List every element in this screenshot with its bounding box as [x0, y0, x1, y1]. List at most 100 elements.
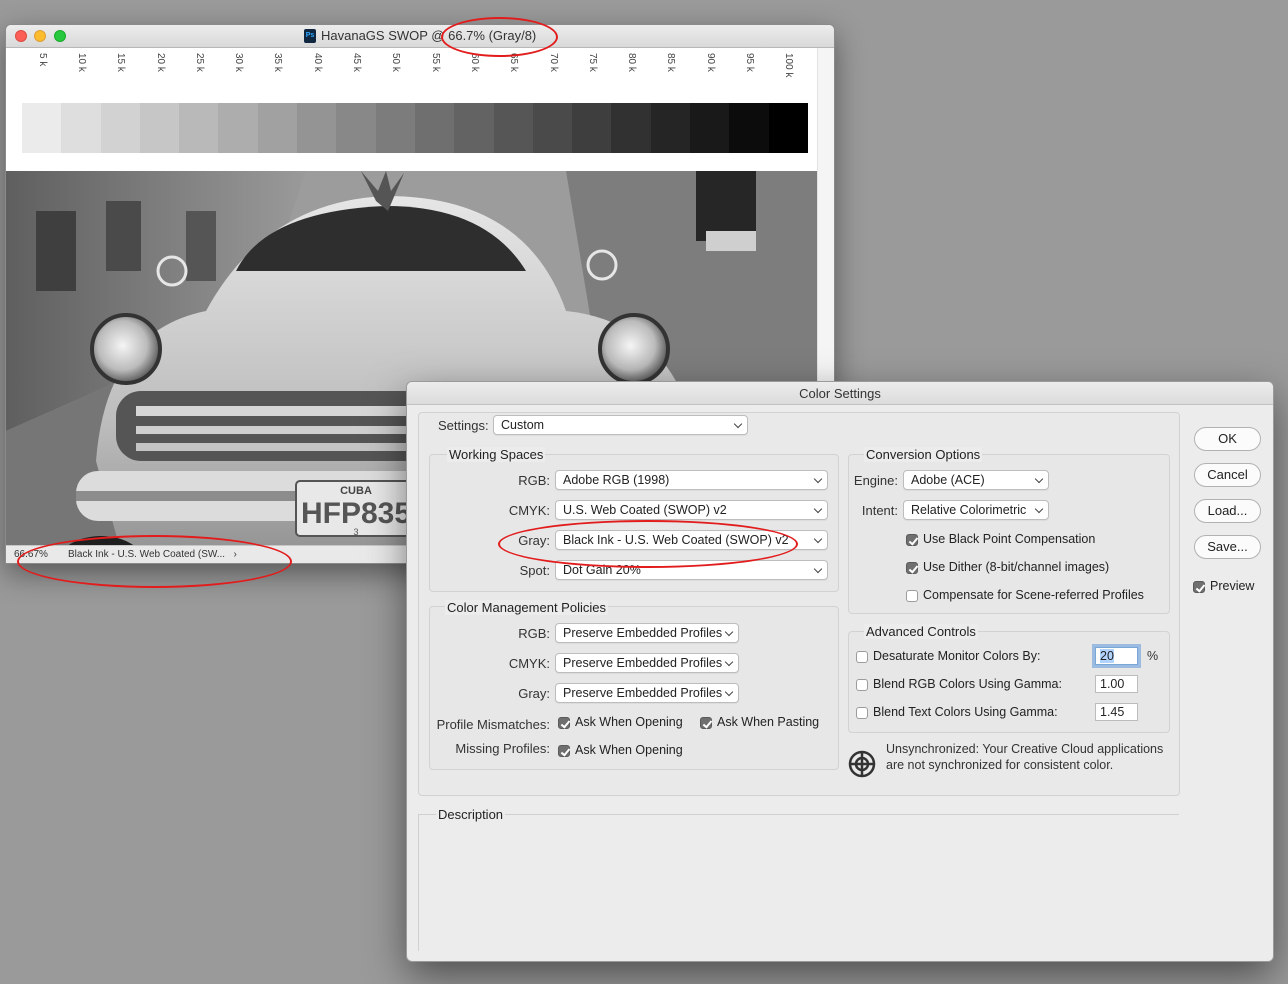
policy-rgb-dropdown[interactable]: Preserve Embedded Profiles	[555, 623, 739, 643]
sync-message: Unsynchronized: Your Creative Cloud appl…	[886, 742, 1164, 772]
gray-ramp-step	[572, 103, 612, 153]
gray-ramp-label: 70 k	[547, 53, 559, 72]
gray-ramp-step	[139, 103, 180, 153]
gray-ramp-step	[218, 103, 258, 153]
gray-ramp-step	[690, 103, 730, 153]
ask-when-opening-checkbox[interactable]	[558, 717, 570, 729]
gray-ramp-label: 40 k	[311, 53, 323, 72]
preview-checkbox[interactable]	[1193, 581, 1205, 593]
engine-label: Engine:	[853, 473, 898, 488]
chevron-down-icon	[724, 687, 734, 697]
missing-profiles-label: Missing Profiles:	[455, 741, 550, 756]
ws-rgb-value: Adobe RGB (1998)	[563, 473, 670, 487]
ws-spot-value: Dot Gain 20%	[563, 563, 641, 577]
engine-dropdown[interactable]: Adobe (ACE)	[903, 470, 1049, 490]
settings-dropdown-value: Custom	[501, 418, 545, 432]
policy-gray-label: Gray:	[518, 686, 550, 701]
desaturate-field[interactable]: 20	[1095, 647, 1138, 665]
plate-number-text: HFP835	[301, 497, 411, 530]
blend-rgb-gamma-checkbox[interactable]	[856, 679, 868, 691]
color-settings-dialog[interactable]: Color Settings Settings: Custom Working …	[407, 382, 1273, 961]
engine-value: Adobe (ACE)	[911, 473, 985, 487]
save-button[interactable]: Save...	[1194, 535, 1261, 559]
gray-ramp-step	[729, 103, 769, 153]
gray-ramp-step	[532, 103, 573, 153]
gray-ramp-label: 10 k	[75, 53, 87, 72]
close-window-button[interactable]	[15, 30, 27, 42]
policy-rgb-value: Preserve Embedded Profiles	[563, 626, 723, 640]
plate-bottom-text: 3	[353, 527, 358, 537]
blend-text-gamma-field[interactable]: 1.45	[1095, 703, 1138, 721]
gray-ramp-label: 60 k	[468, 53, 480, 72]
status-menu-arrow-icon[interactable]: ›	[233, 549, 236, 560]
profile-mismatches-label: Profile Mismatches:	[436, 717, 550, 732]
ws-gray-dropdown[interactable]: Black Ink - U.S. Web Coated (SWOP) v2	[555, 530, 828, 550]
policy-rgb-label: RGB:	[518, 626, 550, 641]
desaturate-label: Desaturate Monitor Colors By:	[873, 649, 1041, 663]
zoom-window-button[interactable]	[54, 30, 66, 42]
ask-when-pasting-label: Ask When Pasting	[717, 715, 820, 729]
desaturate-checkbox[interactable]	[856, 651, 868, 663]
dialog-title: Color Settings	[799, 386, 881, 401]
policy-cmyk-dropdown[interactable]: Preserve Embedded Profiles	[555, 653, 739, 673]
plate-top-text: CUBA	[340, 485, 372, 497]
gray-ramp-label: 35 k	[272, 53, 284, 72]
gray-ramp-step	[179, 103, 219, 153]
conversion-options-title: Conversion Options	[864, 447, 983, 462]
minimize-window-button[interactable]	[34, 30, 46, 42]
missing-ask-when-opening-checkbox[interactable]	[558, 745, 570, 757]
ws-cmyk-value: U.S. Web Coated (SWOP) v2	[563, 503, 727, 517]
gray-ramp-labels: 5 k 10 k 15 k 20 k 25 k 30 k 35 k 40 k 45 k 50 k 5…	[22, 53, 808, 99]
blend-text-gamma-label: Blend Text Colors Using Gamma:	[873, 705, 1058, 719]
black-point-compensation-checkbox[interactable]	[906, 534, 918, 546]
ws-rgb-label: RGB:	[518, 473, 550, 488]
description-box	[418, 814, 1179, 951]
intent-label: Intent:	[861, 503, 898, 518]
gray-ramp-label: 15 k	[115, 53, 127, 72]
gray-ramp-label: 20 k	[154, 53, 166, 72]
intent-dropdown[interactable]: Relative Colorimetric	[903, 500, 1049, 520]
ws-gray-value: Black Ink - U.S. Web Coated (SWOP) v2	[563, 533, 789, 547]
gray-ramp-label: 90 k	[704, 53, 716, 72]
sync-status-icon	[847, 749, 877, 779]
blend-rgb-gamma-field[interactable]: 1.00	[1095, 675, 1138, 693]
gray-ramp-label: 80 k	[626, 53, 638, 72]
document-titlebar[interactable]: Ps HavanaGS SWOP @ 66.7% (Gray/8)	[6, 25, 834, 48]
ask-when-opening-label: Ask When Opening	[575, 715, 683, 729]
working-spaces-title: Working Spaces	[447, 447, 546, 462]
blend-text-gamma-checkbox[interactable]	[856, 707, 868, 719]
gray-ramp-step	[100, 103, 140, 153]
blend-rgb-gamma-label: Blend RGB Colors Using Gamma:	[873, 677, 1062, 691]
policy-gray-dropdown[interactable]: Preserve Embedded Profiles	[555, 683, 739, 703]
gray-ramp-step	[650, 103, 691, 153]
cancel-button[interactable]: Cancel	[1194, 463, 1261, 487]
dialog-titlebar[interactable]: Color Settings	[407, 382, 1273, 405]
gray-ramp-label: 100 k	[783, 53, 795, 78]
ws-spot-dropdown[interactable]: Dot Gain 20%	[555, 560, 828, 580]
policy-gray-value: Preserve Embedded Profiles	[563, 686, 723, 700]
document-profile-info[interactable]: Black Ink - U.S. Web Coated (SW... ›	[68, 549, 237, 560]
settings-dropdown[interactable]: Custom	[493, 415, 748, 435]
policies-title: Color Management Policies	[445, 600, 608, 615]
missing-ask-when-opening-label: Ask When Opening	[575, 743, 683, 757]
zoom-level-field[interactable]: 66.67%	[14, 549, 64, 560]
gray-ramp	[22, 103, 808, 153]
settings-label: Settings:	[438, 418, 489, 433]
scene-referred-checkbox[interactable]	[906, 590, 918, 602]
gray-ramp-step	[257, 103, 298, 153]
chevron-down-icon	[724, 627, 734, 637]
ask-when-pasting-checkbox[interactable]	[700, 717, 712, 729]
percent-sign: %	[1147, 649, 1159, 663]
ws-rgb-dropdown[interactable]: Adobe RGB (1998)	[555, 470, 828, 490]
ws-cmyk-dropdown[interactable]: U.S. Web Coated (SWOP) v2	[555, 500, 828, 520]
use-dither-checkbox[interactable]	[906, 562, 918, 574]
gray-ramp-step	[414, 103, 455, 153]
load-button[interactable]: Load...	[1194, 499, 1261, 523]
chevron-down-icon	[1034, 474, 1044, 484]
photoshop-document-icon: Ps	[304, 29, 316, 43]
chevron-down-icon	[813, 474, 823, 484]
ok-button[interactable]: OK	[1194, 427, 1261, 451]
ws-gray-label: Gray:	[518, 533, 550, 548]
chevron-down-icon	[813, 534, 823, 544]
chevron-down-icon	[1034, 504, 1044, 514]
